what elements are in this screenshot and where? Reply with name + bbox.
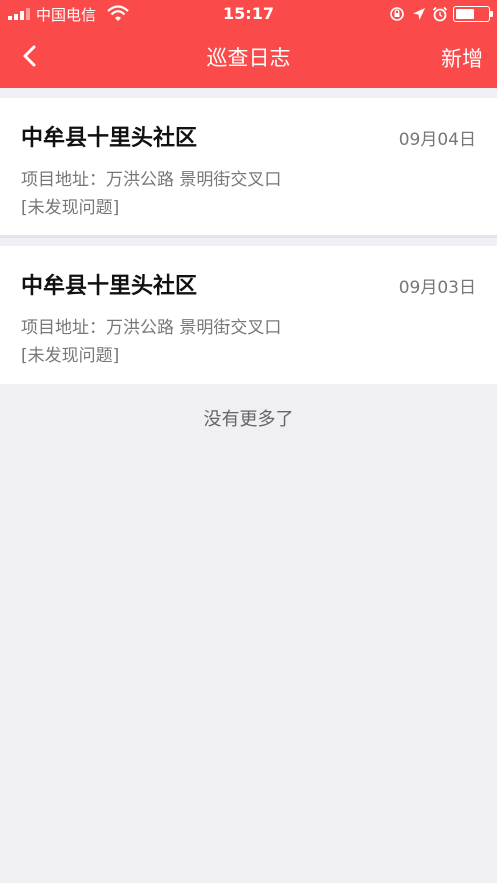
log-date: 09月04日 <box>398 130 476 150</box>
page-title: 巡查日志 <box>206 46 291 70</box>
navigation-bar: 巡查日志 新增 <box>0 28 497 88</box>
battery-icon <box>453 6 490 22</box>
orientation-lock-icon <box>390 7 404 21</box>
alarm-clock-icon <box>432 6 448 22</box>
log-title: 中牟县十里头社区 <box>21 274 198 299</box>
log-card[interactable]: 中牟县十里头社区 09月04日 项目地址：万洪公路 景明街交叉口 [未发现问题] <box>0 98 497 238</box>
app-header: 中国电信 15:17 巡查日志 新增 <box>0 0 497 88</box>
log-address: 项目地址：万洪公路 景明街交叉口 <box>21 170 282 190</box>
log-address: 项目地址：万洪公路 景明街交叉口 <box>21 318 282 338</box>
no-more-text: 没有更多了 <box>203 409 294 430</box>
log-status: [未发现问题] <box>21 346 120 366</box>
log-card[interactable]: 中牟县十里头社区 09月03日 项目地址：万洪公路 景明街交叉口 [未发现问题] <box>0 246 497 384</box>
add-new-button[interactable]: 新增 <box>441 43 483 73</box>
status-bar: 中国电信 15:17 <box>0 0 497 28</box>
location-arrow-icon <box>413 8 425 20</box>
log-status: [未发现问题] <box>21 198 120 218</box>
log-title: 中牟县十里头社区 <box>21 126 198 151</box>
log-date: 09月03日 <box>398 278 476 298</box>
